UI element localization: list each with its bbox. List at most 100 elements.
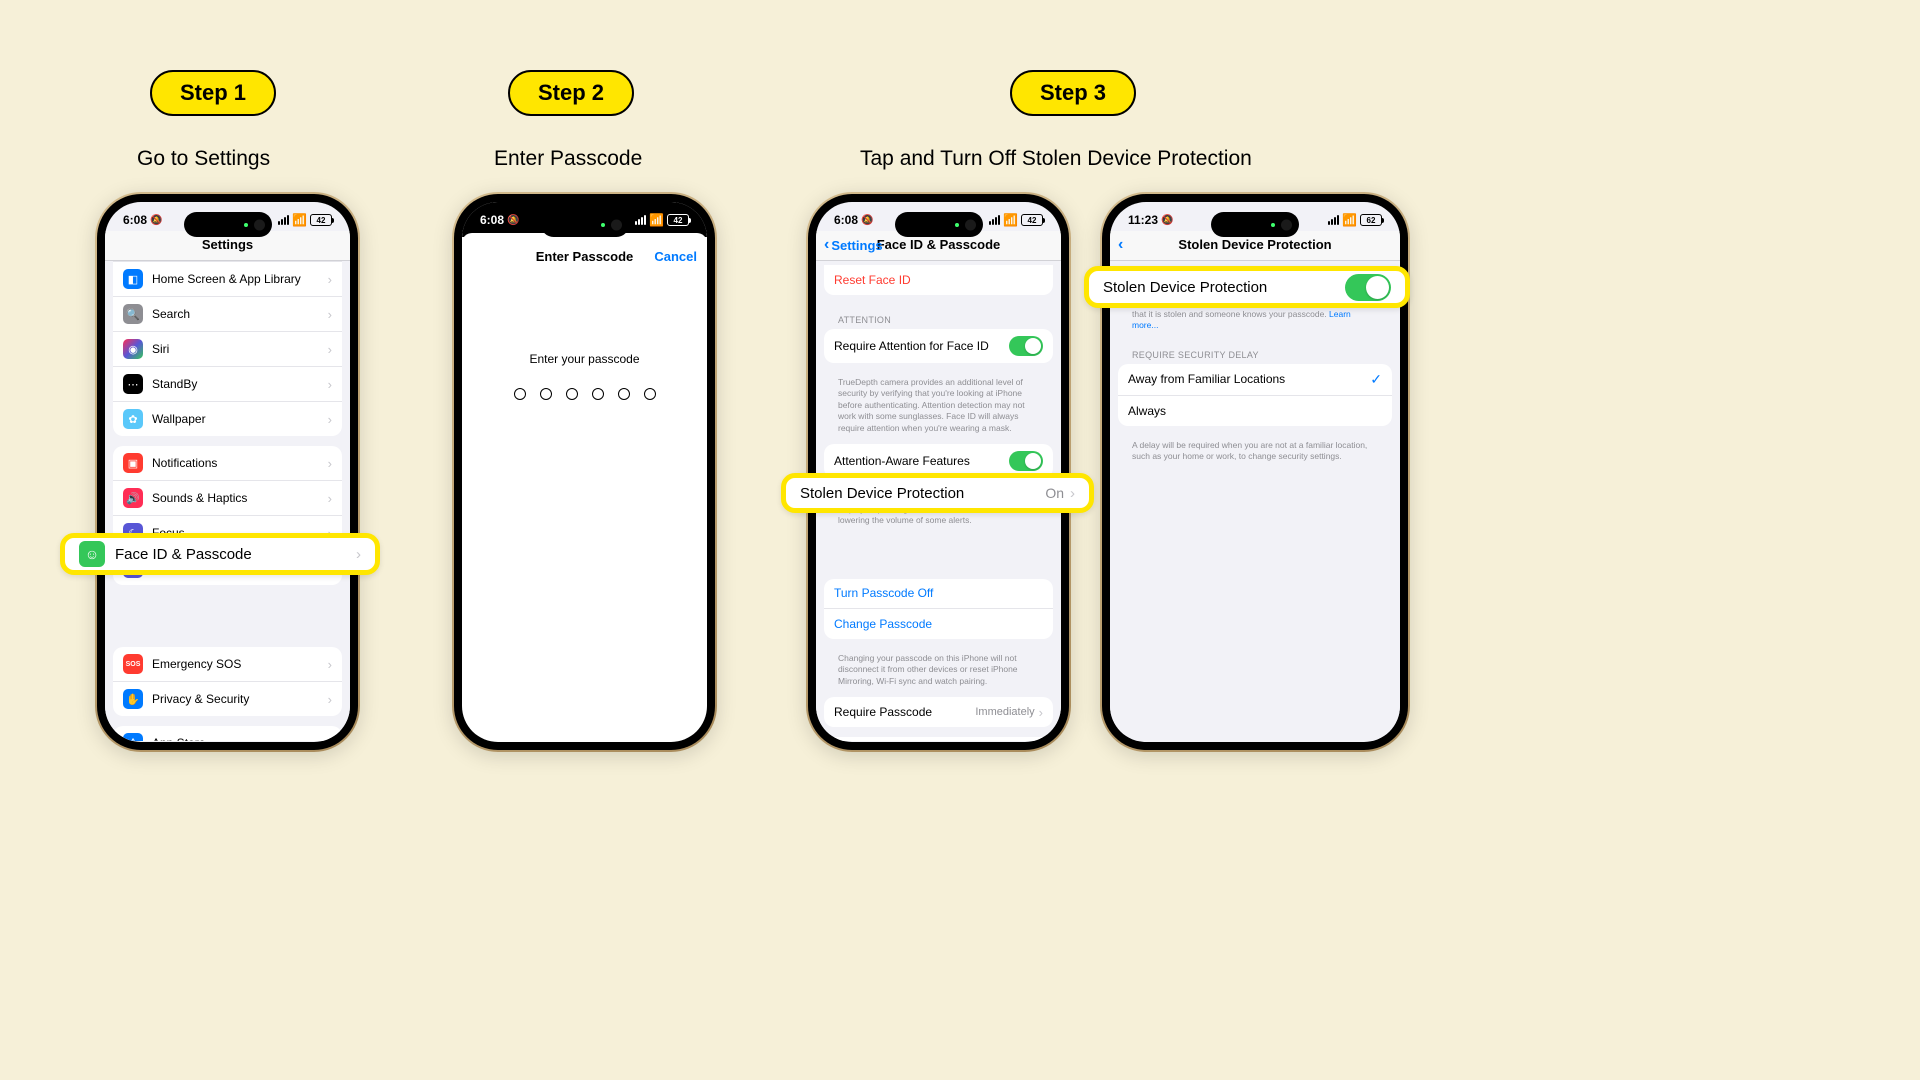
list-item[interactable]: AApp Store› <box>113 726 342 741</box>
wallpaper-icon: ✿ <box>123 409 143 429</box>
chevron-icon: › <box>328 456 332 471</box>
away-locations-row[interactable]: Away from Familiar Locations✓ <box>1118 364 1392 396</box>
row-label: Away from Familiar Locations <box>1128 372 1370 386</box>
list-item[interactable]: 🔍Search› <box>113 297 342 332</box>
highlight-sdp-toggle[interactable]: Stolen Device Protection <box>1084 266 1410 308</box>
battery-icon: 62 <box>1360 214 1382 226</box>
chevron-icon: › <box>356 546 361 563</box>
step-badge-1: Step 1 <box>150 70 276 116</box>
phone-2: 6:08🔕 📶 42 Enter Passcode Cancel Enter y… <box>452 192 717 752</box>
wifi-icon: 📶 <box>1342 213 1357 227</box>
back-button[interactable]: ‹ <box>1118 237 1123 253</box>
section-header: REQUIRE SECURITY DELAY <box>1118 340 1392 364</box>
highlight-value: On <box>1045 485 1064 501</box>
row-label: Require Passcode <box>834 705 975 719</box>
dynamic-island <box>1211 212 1299 237</box>
voice-dial-row[interactable]: Voice Dial <box>824 737 1053 741</box>
silent-icon: 🔕 <box>1161 215 1173 226</box>
highlight-label: Face ID & Passcode <box>115 546 356 563</box>
highlight-sdp-row[interactable]: Stolen Device Protection On › <box>781 473 1094 513</box>
dynamic-island <box>895 212 983 237</box>
row-label: Emergency SOS <box>152 657 328 671</box>
chevron-icon: › <box>328 377 332 392</box>
list-item[interactable]: ◉ Siri› <box>113 332 342 367</box>
cancel-button[interactable]: Cancel <box>654 249 697 264</box>
passcode-title: Enter Passcode <box>536 249 634 264</box>
phone-1: 6:08🔕 📶 42 Settings ◧Home Screen & App L… <box>95 192 360 752</box>
list-item[interactable]: ✿ Wallpaper› <box>113 402 342 436</box>
require-attention-row[interactable]: Require Attention for Face ID <box>824 329 1053 363</box>
chevron-icon: › <box>328 412 332 427</box>
signal-icon <box>1328 215 1339 225</box>
status-time: 6:08 <box>123 213 147 227</box>
reset-faceid-row[interactable]: Reset Face ID <box>824 265 1053 295</box>
battery-icon: 42 <box>310 214 332 226</box>
silent-icon: 🔕 <box>150 215 162 226</box>
step-badge-3: Step 3 <box>1010 70 1136 116</box>
chevron-icon: › <box>328 491 332 506</box>
step-caption-3: Tap and Turn Off Stolen Device Protectio… <box>860 147 1252 171</box>
list-item[interactable]: 🔊Sounds & Haptics› <box>113 481 342 516</box>
search-icon: 🔍 <box>123 304 143 324</box>
chevron-icon: › <box>328 692 332 707</box>
passcode-prompt: Enter your passcode <box>462 352 707 366</box>
faceid-icon: ☺ <box>79 541 105 567</box>
dynamic-island <box>184 212 272 237</box>
chevron-left-icon: ‹ <box>824 237 829 253</box>
section-footer: TrueDepth camera provides an additional … <box>824 373 1053 442</box>
row-label: Wallpaper <box>152 412 328 426</box>
passcode-dots[interactable] <box>462 388 707 400</box>
standby-icon: ⋯ <box>123 374 143 394</box>
signal-icon <box>278 215 289 225</box>
always-row[interactable]: Always <box>1118 396 1392 426</box>
nav-title: Enter Passcode Cancel <box>462 243 707 272</box>
row-label: Siri <box>152 342 328 356</box>
row-label: Attention-Aware Features <box>834 454 1009 468</box>
phone-3: 6:08🔕 📶 42 ‹Settings Face ID & Passcode … <box>806 192 1071 752</box>
chevron-icon: › <box>328 307 332 322</box>
list-item[interactable]: ✋Privacy & Security› <box>113 682 342 716</box>
status-time: 6:08 <box>834 213 858 227</box>
row-label: App Store <box>152 736 328 741</box>
wifi-icon: 📶 <box>649 213 664 227</box>
list-item[interactable]: SOS Emergency SOS› <box>113 647 342 682</box>
sos-icon: SOS <box>123 654 143 674</box>
page-title: Face ID & Passcode <box>877 237 1001 252</box>
step-caption-1: Go to Settings <box>137 147 270 171</box>
battery-icon: 42 <box>1021 214 1043 226</box>
back-button[interactable]: ‹Settings <box>824 237 883 253</box>
row-label: Require Attention for Face ID <box>834 339 1009 353</box>
chevron-icon: › <box>328 736 332 742</box>
turn-passcode-off-row[interactable]: Turn Passcode Off <box>824 579 1053 609</box>
battery-icon: 42 <box>667 214 689 226</box>
highlight-faceid[interactable]: ☺ Face ID & Passcode › <box>60 533 380 575</box>
row-label: Change Passcode <box>834 617 1043 631</box>
dynamic-island <box>541 212 629 237</box>
list-item[interactable]: ⋯StandBy› <box>113 367 342 402</box>
step-caption-2: Enter Passcode <box>494 147 642 171</box>
highlight-label: Stolen Device Protection <box>1103 279 1345 296</box>
toggle-switch[interactable] <box>1009 336 1043 356</box>
wifi-icon: 📶 <box>1003 213 1018 227</box>
row-value: Immediately <box>975 706 1034 718</box>
status-time: 6:08 <box>480 213 504 227</box>
back-label: Settings <box>831 238 882 253</box>
footer-text: that it is stolen and someone knows your… <box>1132 309 1327 319</box>
toggle-switch[interactable] <box>1345 274 1391 301</box>
section-header: ATTENTION <box>824 305 1053 329</box>
siri-icon: ◉ <box>123 339 143 359</box>
row-label: Notifications <box>152 456 328 470</box>
toggle-switch[interactable] <box>1009 451 1043 471</box>
list-item[interactable]: ◧Home Screen & App Library› <box>113 261 342 297</box>
row-label: Turn Passcode Off <box>834 586 1043 600</box>
privacy-icon: ✋ <box>123 689 143 709</box>
chevron-icon: › <box>1070 485 1075 502</box>
chevron-icon: › <box>328 657 332 672</box>
signal-icon <box>989 215 1000 225</box>
list-item[interactable]: ▣Notifications› <box>113 446 342 481</box>
change-passcode-row[interactable]: Change Passcode <box>824 609 1053 639</box>
require-passcode-row[interactable]: Require PasscodeImmediately› <box>824 697 1053 727</box>
row-label: Home Screen & App Library <box>152 272 328 286</box>
chevron-icon: › <box>328 272 332 287</box>
chevron-icon: › <box>328 342 332 357</box>
